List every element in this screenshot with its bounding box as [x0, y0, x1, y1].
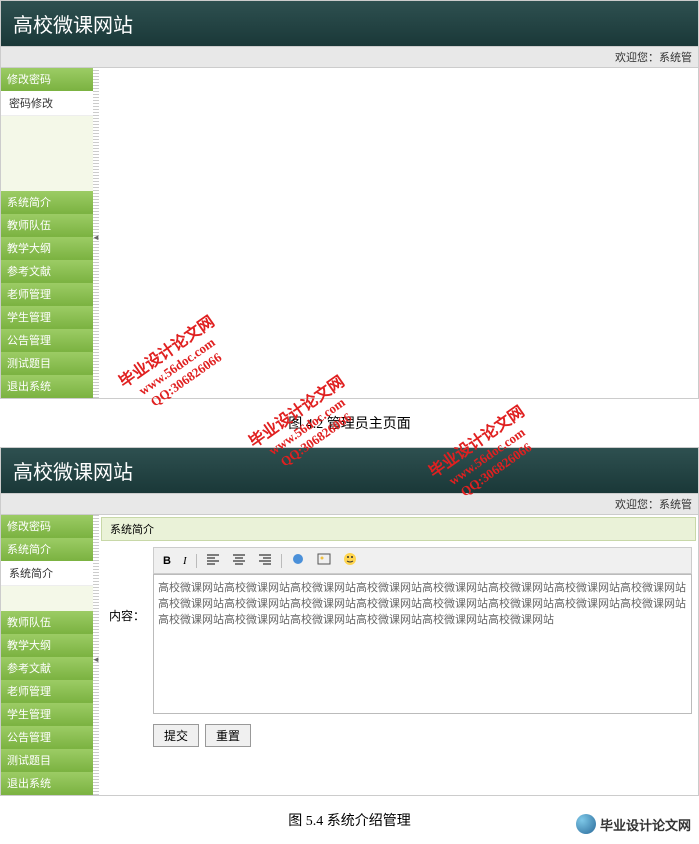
main-content: 系统简介 内容： B I	[99, 515, 698, 795]
sidebar-item-teachers[interactable]: 教师队伍	[1, 214, 93, 237]
site-title: 高校微课网站	[13, 15, 133, 37]
sidebar-spacer	[1, 116, 93, 191]
align-right-icon[interactable]	[255, 551, 275, 570]
site-header: 高校微课网站	[1, 1, 698, 46]
toolbar-separator	[281, 554, 282, 568]
sidebar-item-password[interactable]: 修改密码	[1, 68, 93, 91]
welcome-prefix: 欢迎您：	[615, 52, 659, 64]
figure-caption-1: 图 4.2 管理员主页面	[0, 403, 699, 447]
sidebar-item-syllabus[interactable]: 教学大纲	[1, 634, 93, 657]
sidebar-sub-password-edit[interactable]: 密码修改	[1, 91, 93, 116]
sidebar-item-password[interactable]: 修改密码	[1, 515, 93, 538]
welcome-prefix: 欢迎您：	[615, 499, 659, 511]
content-label: 内容：	[105, 547, 145, 624]
sidebar-item-intro[interactable]: 系统简介	[1, 538, 93, 561]
sidebar-item-teacher-mgmt[interactable]: 老师管理	[1, 283, 93, 306]
sidebar-item-student-mgmt[interactable]: 学生管理	[1, 703, 93, 726]
sidebar-item-student-mgmt[interactable]: 学生管理	[1, 306, 93, 329]
sidebar-item-announce[interactable]: 公告管理	[1, 726, 93, 749]
sidebar-sub-intro[interactable]: 系统简介	[1, 561, 93, 586]
submit-button[interactable]: 提交	[153, 724, 199, 747]
sidebar-item-references[interactable]: 参考文献	[1, 260, 93, 283]
align-left-icon[interactable]	[203, 551, 223, 570]
align-center-icon[interactable]	[229, 551, 249, 570]
site-header: 高校微课网站	[1, 448, 698, 493]
sidebar-item-quiz[interactable]: 测试题目	[1, 749, 93, 772]
screenshot-system-intro: 高校微课网站 欢迎您：系统管 修改密码 系统简介 系统简介 教师队伍 教学大纲 …	[0, 447, 699, 796]
sidebar-item-teachers[interactable]: 教师队伍	[1, 611, 93, 634]
globe-icon	[576, 814, 596, 834]
screenshot-admin-home: 高校微课网站 欢迎您：系统管 修改密码 密码修改 系统简介 教师队伍 教学大纲 …	[0, 0, 699, 399]
site-title: 高校微课网站	[13, 462, 133, 484]
image-icon[interactable]	[314, 551, 334, 570]
toolbar-separator	[196, 554, 197, 568]
sidebar: 修改密码 密码修改 系统简介 教师队伍 教学大纲 参考文献 老师管理 学生管理 …	[1, 68, 93, 398]
sidebar-item-logout[interactable]: 退出系统	[1, 375, 93, 398]
sidebar-item-references[interactable]: 参考文献	[1, 657, 93, 680]
sidebar-item-teacher-mgmt[interactable]: 老师管理	[1, 680, 93, 703]
reset-button[interactable]: 重置	[205, 724, 251, 747]
emoji-icon[interactable]	[340, 551, 360, 570]
sidebar-item-intro[interactable]: 系统简介	[1, 191, 93, 214]
welcome-user: 系统管	[659, 52, 692, 64]
bold-button[interactable]: B	[160, 554, 174, 568]
welcome-user: 系统管	[659, 499, 692, 511]
main-content-empty	[99, 68, 698, 398]
welcome-bar: 欢迎您：系统管	[1, 493, 698, 515]
sidebar: 修改密码 系统简介 系统简介 教师队伍 教学大纲 参考文献 老师管理 学生管理 …	[1, 515, 93, 795]
sidebar-spacer	[1, 586, 93, 611]
italic-button[interactable]: I	[180, 554, 190, 568]
footer-logo: 毕业设计论文网	[576, 814, 691, 834]
sidebar-item-logout[interactable]: 退出系统	[1, 772, 93, 795]
sidebar-item-syllabus[interactable]: 教学大纲	[1, 237, 93, 260]
panel-title: 系统简介	[101, 517, 696, 541]
welcome-bar: 欢迎您：系统管	[1, 46, 698, 68]
sidebar-item-announce[interactable]: 公告管理	[1, 329, 93, 352]
content-textarea[interactable]	[153, 574, 692, 714]
editor-toolbar: B I	[153, 547, 692, 574]
sidebar-item-quiz[interactable]: 测试题目	[1, 352, 93, 375]
footer-logo-text: 毕业设计论文网	[600, 815, 691, 834]
link-icon[interactable]	[288, 551, 308, 570]
